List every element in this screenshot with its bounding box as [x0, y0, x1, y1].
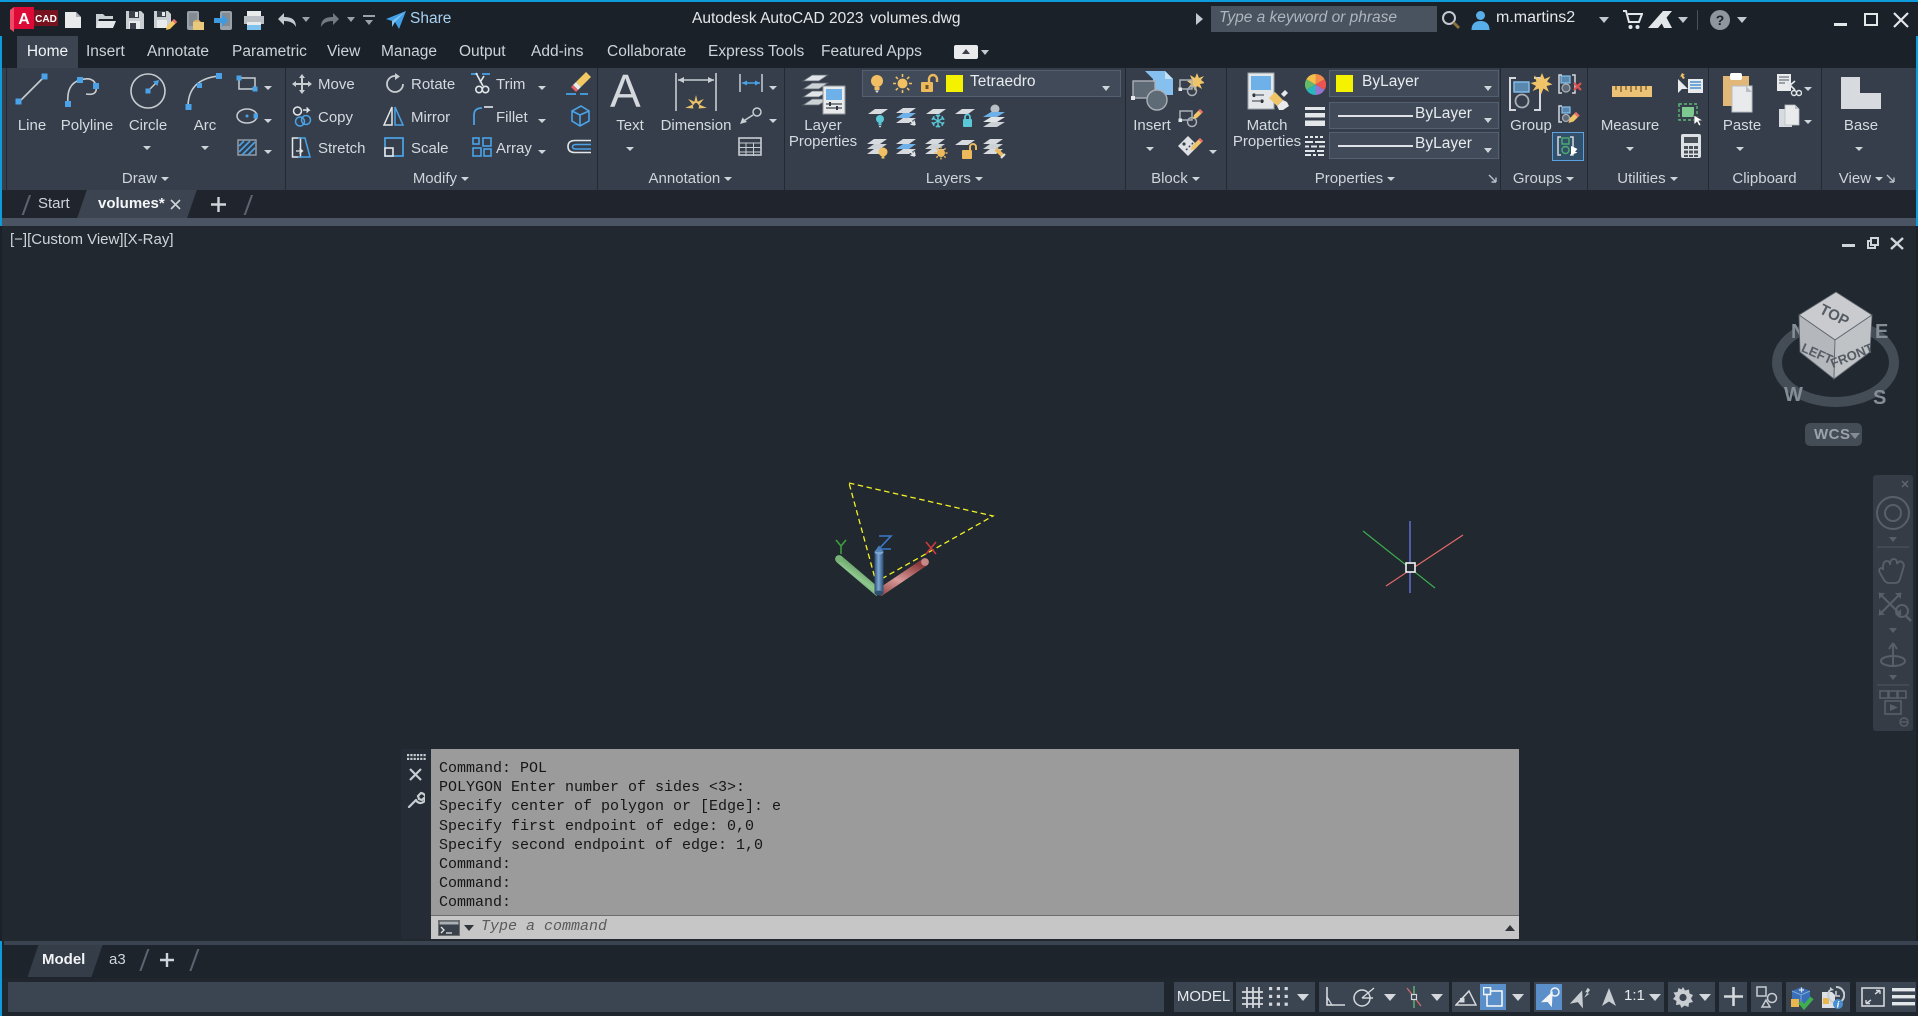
svg-text:E: E [1875, 321, 1888, 343]
svg-text:A: A [18, 11, 30, 28]
svg-text:?: ? [1716, 12, 1725, 28]
svg-text:S: S [1873, 387, 1886, 409]
svg-text:CAD: CAD [35, 14, 57, 25]
svg-text:W: W [1784, 384, 1803, 406]
